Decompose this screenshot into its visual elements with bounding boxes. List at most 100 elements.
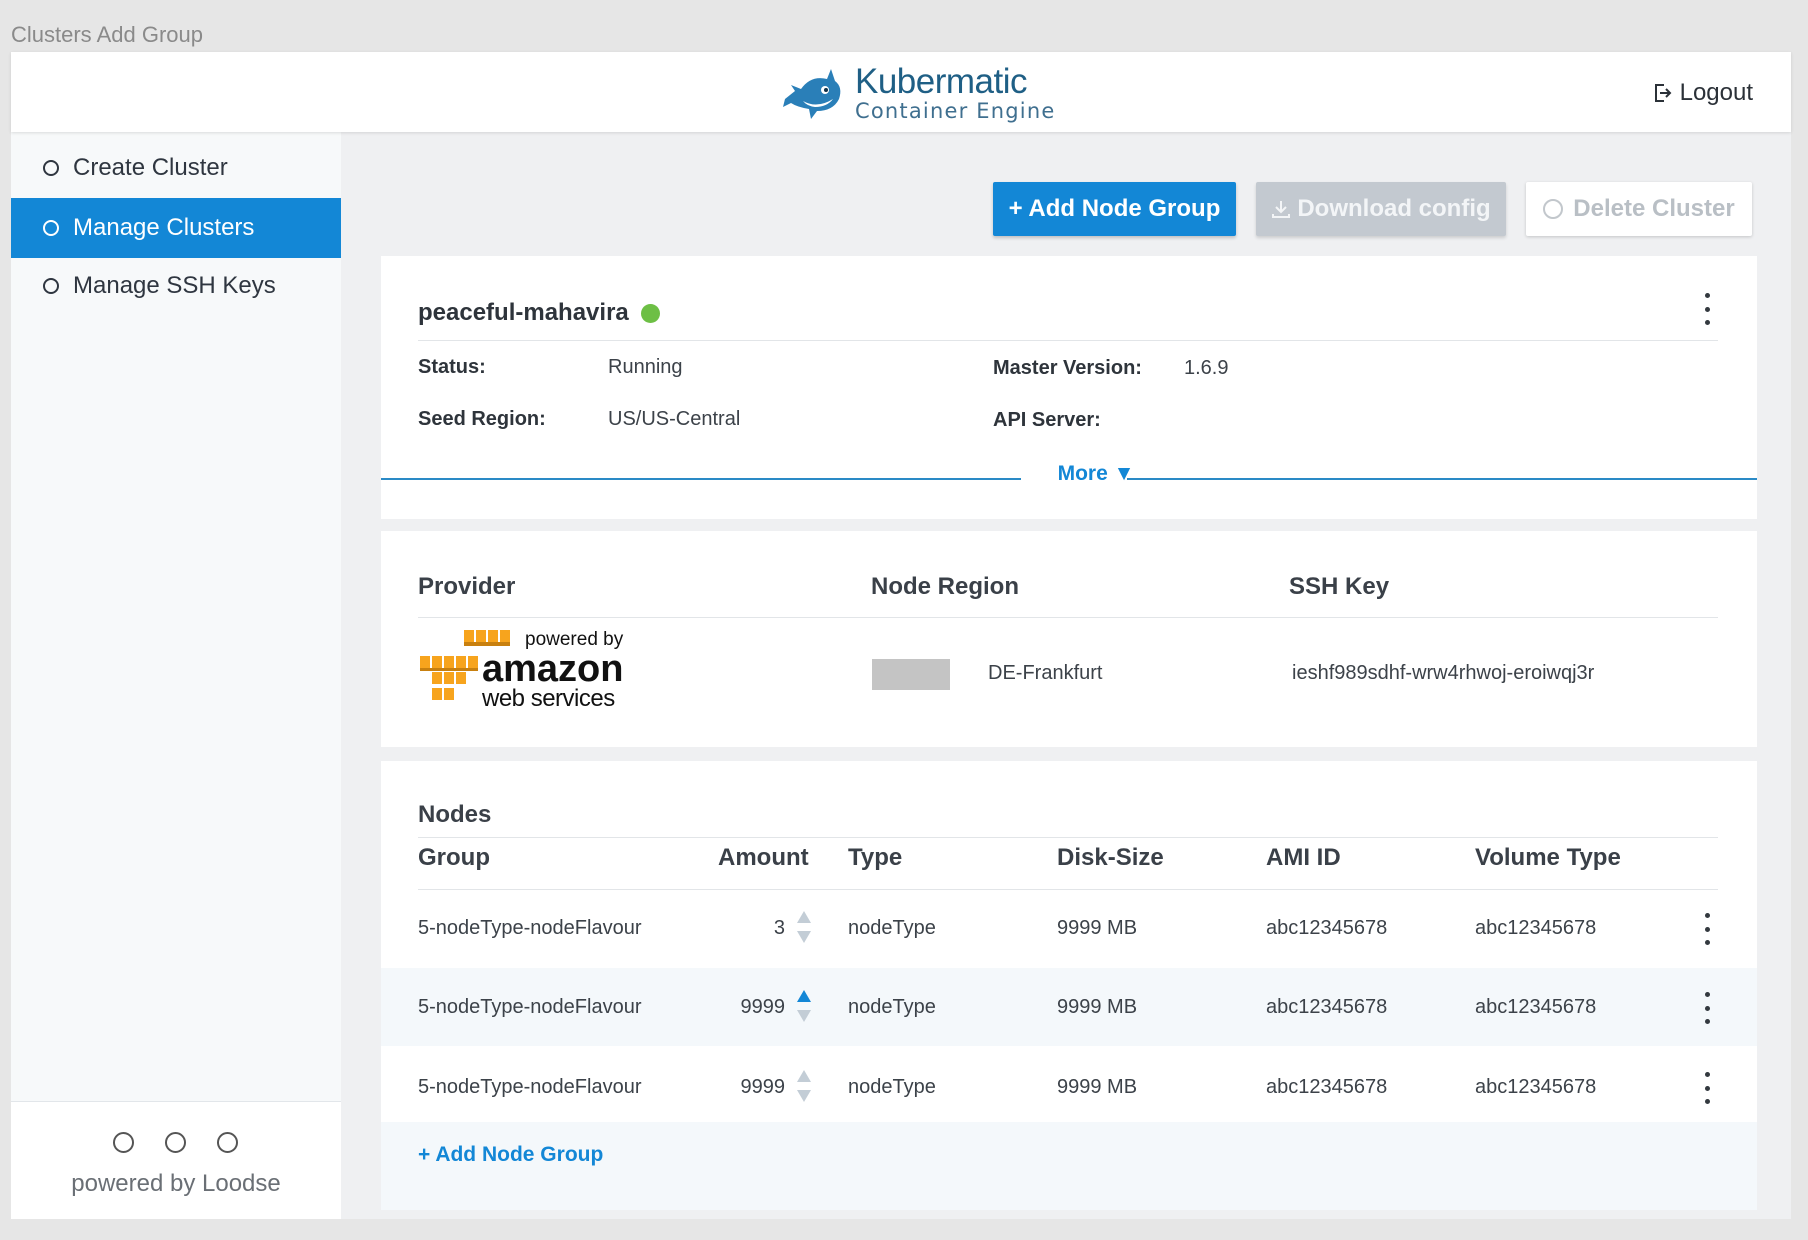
volume-type-cell: abc12345678 (1475, 1076, 1596, 1099)
api-server-label: API Server: (993, 409, 1101, 432)
table-row: 5-nodeType-nodeFlavour 9999 nodeType 999… (381, 1046, 1757, 1124)
group-cell: 5-nodeType-nodeFlavour (418, 917, 641, 940)
brand-name: Kubermatic (855, 64, 1055, 99)
cluster-info-card: peaceful-mahavira Status: Running Seed R… (381, 256, 1757, 519)
more-divider-right (1127, 478, 1757, 480)
divider (418, 837, 1718, 838)
sidebar-item-label: Create Cluster (73, 154, 228, 182)
master-version-value: 1.6.9 (1184, 357, 1228, 380)
powered-by-text: powered by Loodse (11, 1170, 341, 1198)
triangle-down-icon: ▼ (1114, 462, 1135, 485)
dot-icon (113, 1132, 134, 1153)
download-config-label: Download config (1297, 195, 1490, 223)
sidebar: Create Cluster Manage Clusters Manage SS… (11, 132, 341, 1219)
sidebar-footer: powered by Loodse (11, 1101, 341, 1219)
sidebar-item-create-cluster[interactable]: Create Cluster (11, 138, 341, 198)
table-row: 5-nodeType-nodeFlavour 9999 nodeType 999… (381, 968, 1757, 1046)
circle-icon (1543, 199, 1563, 219)
svg-text:powered by: powered by (525, 629, 624, 650)
svg-text:amazon: amazon (482, 648, 623, 690)
volume-type-cell: abc12345678 (1475, 917, 1596, 940)
add-node-group-label: + Add Node Group (1009, 195, 1221, 223)
status-label: Status: (418, 356, 486, 379)
more-label: More (1058, 462, 1108, 485)
type-cell: nodeType (848, 917, 936, 940)
download-config-button[interactable]: Download config (1256, 182, 1506, 236)
ami-id-cell: abc12345678 (1266, 917, 1387, 940)
disk-size-cell: 9999 MB (1057, 996, 1137, 1019)
logout-button[interactable]: Logout (1654, 79, 1753, 107)
add-node-group-button[interactable]: + Add Node Group (993, 182, 1236, 236)
provider-card: Provider Node Region SSH Key powered by … (381, 531, 1757, 747)
provider-header: Provider (418, 573, 515, 601)
svg-text:web services: web services (481, 685, 615, 710)
disk-size-cell: 9999 MB (1057, 917, 1137, 940)
amount-stepper[interactable] (796, 988, 812, 1024)
sidebar-item-manage-clusters[interactable]: Manage Clusters (11, 198, 341, 258)
volume-type-cell: abc12345678 (1475, 996, 1596, 1019)
aws-powered-by-logo: powered by amazon web services (418, 626, 630, 710)
amount-cell: 9999 (685, 996, 785, 1019)
group-cell: 5-nodeType-nodeFlavour (418, 1076, 641, 1099)
amount-stepper[interactable] (796, 1068, 812, 1104)
table-row: 5-nodeType-nodeFlavour 3 nodeType 9999 M… (381, 890, 1757, 968)
download-icon (1271, 199, 1291, 219)
master-version-label: Master Version: (993, 357, 1142, 380)
column-header-disk-size: Disk-Size (1057, 844, 1164, 872)
type-cell: nodeType (848, 1076, 936, 1099)
group-cell: 5-nodeType-nodeFlavour (418, 996, 641, 1019)
ssh-key-value: ieshf989sdhf-wrw4rhwoj-eroiwqj3r (1292, 662, 1594, 685)
brand[interactable]: Kubermatic Container Engine (781, 60, 1055, 126)
nodes-title: Nodes (418, 801, 491, 829)
amount-cell: 9999 (685, 1076, 785, 1099)
ssh-key-header: SSH Key (1289, 573, 1389, 601)
column-header-volume-type: Volume Type (1475, 844, 1621, 872)
disk-size-cell: 9999 MB (1057, 1076, 1137, 1099)
loodse-logo-dots (113, 1132, 238, 1153)
sidebar-item-label: Manage Clusters (73, 214, 254, 242)
kubermatic-shark-logo (781, 63, 845, 123)
seed-region-label: Seed Region: (418, 408, 546, 431)
dot-icon (165, 1132, 186, 1153)
cluster-menu-icon[interactable] (1703, 293, 1711, 325)
seed-region-value: US/US-Central (608, 408, 740, 431)
amount-stepper[interactable] (796, 909, 812, 945)
more-divider-left (381, 478, 1021, 480)
cluster-name: peaceful-mahavira (418, 299, 660, 327)
cluster-name-text: peaceful-mahavira (418, 299, 629, 327)
dot-icon (217, 1132, 238, 1153)
more-toggle[interactable]: More ▼ (1033, 462, 1159, 486)
column-header-type: Type (848, 844, 902, 872)
column-header-group: Group (418, 844, 490, 872)
top-header: Kubermatic Container Engine Logout (11, 52, 1791, 132)
window-title: Clusters Add Group (11, 22, 203, 48)
column-header-ami-id: AMI ID (1266, 844, 1341, 872)
circle-icon (43, 220, 59, 236)
delete-cluster-button[interactable]: Delete Cluster (1526, 182, 1752, 236)
brand-subtitle: Container Engine (855, 101, 1055, 122)
row-menu-icon[interactable] (1703, 913, 1711, 945)
circle-icon (43, 278, 59, 294)
app-window: Kubermatic Container Engine Logout Creat… (11, 52, 1791, 1219)
type-cell: nodeType (848, 996, 936, 1019)
column-header-amount: Amount (718, 844, 809, 872)
sidebar-item-manage-ssh-keys[interactable]: Manage SSH Keys (11, 256, 341, 316)
logout-icon (1654, 83, 1672, 103)
add-node-group-link[interactable]: + Add Node Group (418, 1143, 603, 1167)
ami-id-cell: abc12345678 (1266, 1076, 1387, 1099)
row-menu-icon[interactable] (1703, 1072, 1711, 1104)
node-region-header: Node Region (871, 573, 1019, 601)
region-flag-icon (872, 659, 950, 690)
divider (418, 340, 1718, 341)
row-menu-icon[interactable] (1703, 992, 1711, 1024)
amount-cell: 3 (685, 917, 785, 940)
sidebar-item-label: Manage SSH Keys (73, 272, 276, 300)
node-region-value: DE-Frankfurt (988, 662, 1102, 685)
circle-icon (43, 160, 59, 176)
status-value: Running (608, 356, 683, 379)
divider (418, 617, 1718, 618)
logout-label: Logout (1680, 79, 1753, 107)
nodes-card: Nodes Group Amount Type Disk-Size AMI ID… (381, 761, 1757, 1210)
ami-id-cell: abc12345678 (1266, 996, 1387, 1019)
status-indicator (641, 304, 660, 323)
